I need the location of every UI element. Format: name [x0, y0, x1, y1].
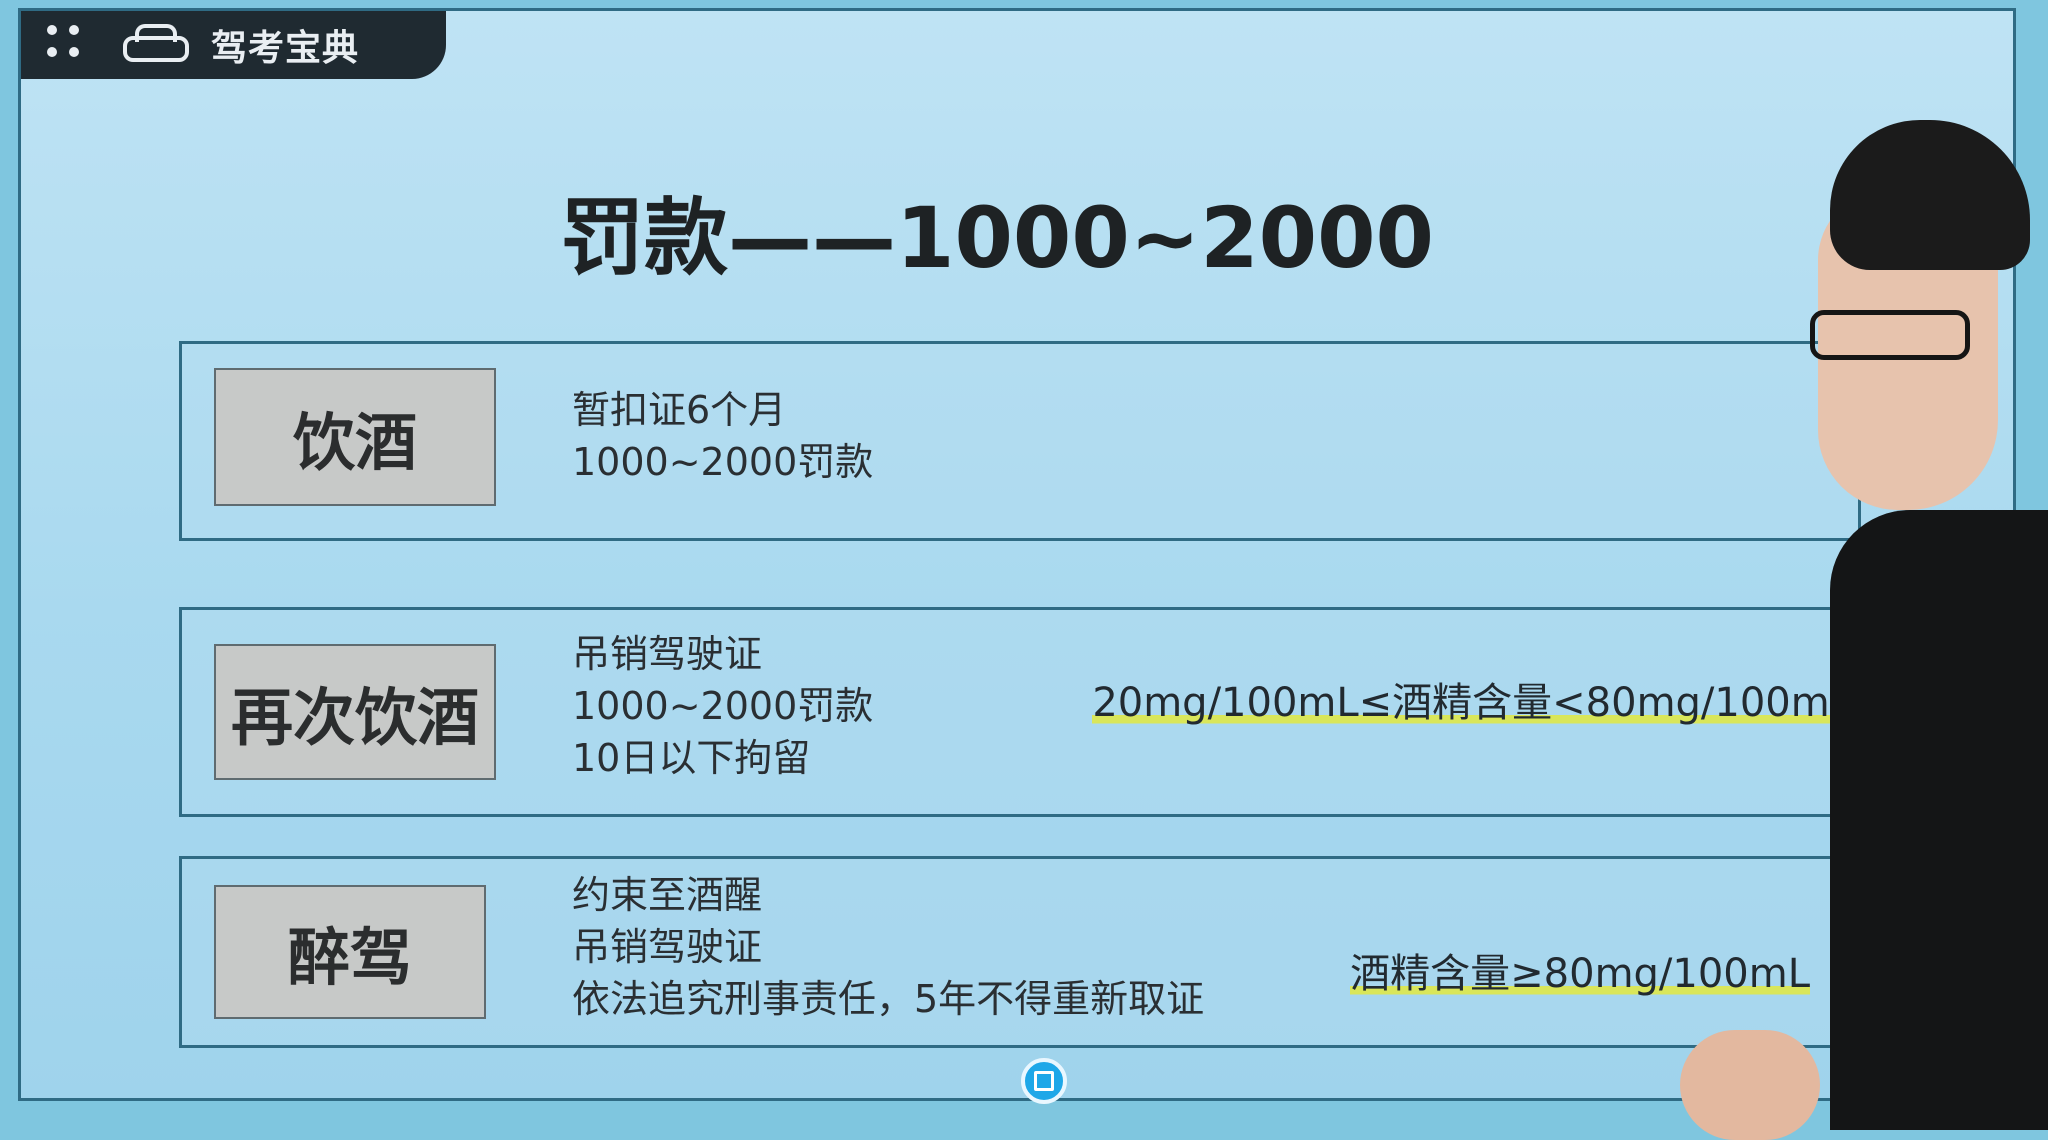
rule-item: 吊销驾驶证 — [572, 925, 763, 969]
category-tag: 饮酒 — [214, 368, 496, 506]
slide-title: 罚款——1000~2000 — [560, 189, 1434, 287]
rule-list: 吊销驾驶证 1000~2000罚款 10日以下拘留 — [572, 628, 873, 784]
stop-icon — [1034, 1071, 1054, 1091]
rule-item: 10日以下拘留 — [572, 736, 811, 780]
rule-item: 暂扣证6个月 — [572, 388, 787, 432]
rule-list: 约束至酒醒 吊销驾驶证 依法追究刑事责任，5年不得重新取证 — [572, 869, 1204, 1025]
rule-item: 1000~2000罚款 — [572, 440, 874, 484]
rule-list: 暂扣证6个月 1000~2000罚款 — [572, 384, 873, 488]
rule-item: 约束至酒醒 — [572, 873, 763, 917]
rule-item: 1000~2000罚款 — [572, 684, 874, 728]
alcohol-condition: 20mg/100mL≤酒精含量<80mg/100mL — [1092, 670, 1852, 728]
record-button[interactable] — [1021, 1058, 1067, 1104]
penalty-panel-drunk-driving: 醉驾 约束至酒醒 吊销驾驶证 依法追究刑事责任，5年不得重新取证 酒精含量≥80… — [179, 856, 1861, 1048]
category-tag: 醉驾 — [214, 885, 486, 1019]
penalty-panel-repeat-drinking: 再次饮酒 吊销驾驶证 1000~2000罚款 10日以下拘留 20mg/100m… — [179, 607, 1861, 817]
rule-item: 吊销驾驶证 — [572, 632, 763, 676]
presenter — [1680, 120, 2048, 1140]
brand-bar: 驾考宝典 — [21, 11, 446, 79]
brand-name: 驾考宝典 — [211, 28, 360, 69]
penalty-panel-drinking: 饮酒 暂扣证6个月 1000~2000罚款 — [179, 341, 1861, 541]
rule-item: 依法追究刑事责任，5年不得重新取证 — [572, 977, 1205, 1021]
alcohol-condition: 酒精含量≥80mg/100mL — [1350, 941, 1810, 999]
presentation-screen: 驾考宝典 罚款——1000~2000 饮酒 暂扣证6个月 1000~2000罚款… — [18, 8, 2016, 1104]
car-icon — [123, 24, 189, 66]
category-tag: 再次饮酒 — [214, 644, 496, 780]
grid-icon[interactable] — [43, 21, 101, 69]
